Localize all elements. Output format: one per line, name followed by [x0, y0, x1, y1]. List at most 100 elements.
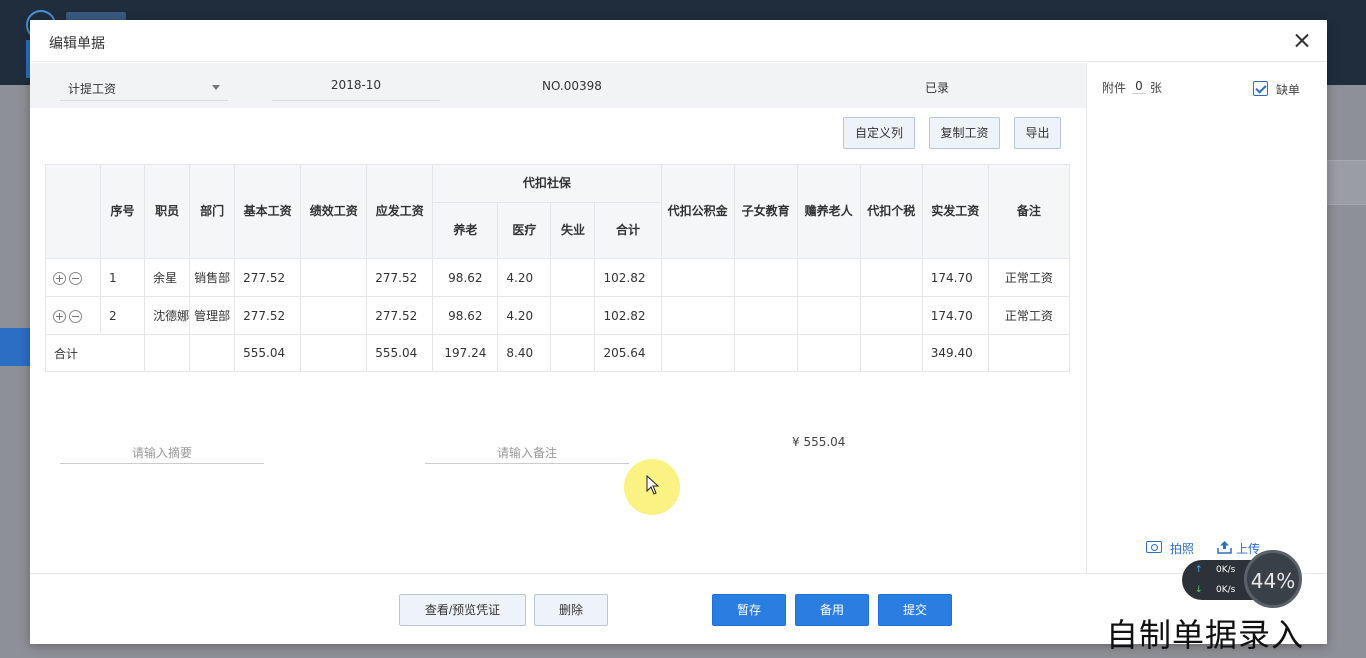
cell-tax[interactable]	[859, 258, 923, 297]
cell-net: 174.70	[921, 258, 989, 297]
edit-document-modal: 编辑单据 计提工资 2018-10 NO.00398 已录 自定义列 复制工资 …	[30, 20, 1327, 644]
document-type-value: 计提工资	[68, 82, 117, 96]
cell-base[interactable]: 277.52	[234, 296, 302, 335]
plus-circle-icon[interactable]	[53, 271, 66, 285]
document-info-strip: 计提工资 2018-10 NO.00398 已录	[30, 63, 1086, 108]
download-speed: ↓ 0K/s	[1195, 585, 1236, 595]
mouse-cursor-icon	[646, 475, 660, 495]
col-header-medical: 医疗	[497, 202, 552, 259]
cell-unemployment[interactable]	[550, 296, 596, 335]
cell-net: 174.70	[921, 296, 989, 335]
document-type-select[interactable]: 计提工资	[60, 73, 228, 101]
summary-empty	[300, 334, 368, 372]
summary-net: 349.40	[921, 334, 989, 372]
cell-social-total: 102.82	[594, 258, 662, 297]
cell-employee[interactable]: 余星	[144, 258, 191, 297]
summary-empty	[987, 334, 1071, 372]
summary-empty	[550, 334, 596, 372]
upload-icon[interactable]	[1217, 540, 1232, 554]
col-header-dept: 部门	[189, 164, 236, 259]
summary-empty	[144, 334, 191, 372]
cell-child-edu[interactable]	[733, 296, 798, 335]
document-number: NO.00398	[542, 79, 602, 93]
table-row: 1 余星 销售部 277.52 277.52 98.62 4.20 102.82…	[44, 258, 1071, 297]
cell-housing-fund[interactable]	[660, 258, 735, 297]
standby-button[interactable]: 备用	[795, 594, 869, 626]
cell-pension[interactable]: 98.62	[432, 296, 499, 335]
col-header-net: 实发工资	[921, 164, 989, 259]
delete-button[interactable]: 删除	[534, 594, 608, 626]
summary-gross: 555.04	[366, 334, 434, 372]
cell-medical[interactable]: 4.20	[497, 258, 552, 297]
col-header-pension: 养老	[432, 202, 499, 259]
cell-perf[interactable]	[300, 296, 368, 335]
summary-empty	[859, 334, 923, 372]
summary-empty	[189, 334, 236, 372]
cell-remark[interactable]: 正常工资	[987, 296, 1071, 335]
memory-gauge[interactable]: 44%	[1244, 550, 1302, 608]
cell-child-edu[interactable]	[733, 258, 798, 297]
ops-header	[44, 164, 102, 259]
cell-employee[interactable]: 沈德娜	[144, 296, 191, 335]
total-amount: ¥ 555.04	[792, 435, 846, 449]
cell-dept[interactable]: 管理部	[189, 296, 236, 335]
row-ops	[44, 258, 102, 297]
document-status: 已录	[925, 81, 950, 95]
summary-empty	[796, 334, 861, 372]
main-area: 计提工资 2018-10 NO.00398 已录 自定义列 复制工资 导出 序号	[30, 63, 1086, 573]
copy-salary-button[interactable]: 复制工资	[929, 117, 1000, 149]
modal-title: 编辑单据	[49, 36, 105, 52]
caret-down-icon	[212, 85, 220, 90]
cell-base[interactable]: 277.52	[234, 258, 302, 297]
missing-document-checkbox[interactable]	[1253, 81, 1268, 96]
upload-speed: ↑ 0K/s	[1195, 565, 1236, 575]
col-header-social-group: 代扣社保	[432, 164, 662, 203]
close-icon[interactable]	[1292, 31, 1312, 51]
photo-button[interactable]: 拍照	[1170, 540, 1194, 557]
cell-remark[interactable]: 正常工资	[987, 258, 1071, 297]
cell-gross: 277.52	[366, 296, 434, 335]
cell-perf[interactable]	[300, 258, 368, 297]
col-header-remark: 备注	[987, 164, 1071, 259]
cell-housing-fund[interactable]	[660, 296, 735, 335]
attachment-unit: 张	[1150, 81, 1163, 95]
video-caption: 自制单据录入	[1106, 616, 1305, 654]
minus-circle-icon[interactable]	[69, 271, 82, 285]
remark-input[interactable]: 请输入备注	[425, 444, 629, 464]
submit-button[interactable]: 提交	[878, 594, 952, 626]
view-voucher-button[interactable]: 查看/预览凭证	[399, 594, 526, 626]
salary-table: 序号 职员 部门 基本工资 绩效工资 应发工资 代扣社保 代扣公积金 子女教育 …	[44, 164, 1071, 372]
summary-empty	[733, 334, 798, 372]
cell-pension[interactable]: 98.62	[432, 258, 499, 297]
col-header-child-edu: 子女教育	[733, 164, 798, 259]
summary-pension: 197.24	[432, 334, 499, 372]
summary-input[interactable]: 请输入摘要	[60, 444, 264, 464]
cell-unemployment[interactable]	[550, 258, 596, 297]
up-arrow-icon: ↑	[1195, 565, 1203, 575]
col-header-perf: 绩效工资	[300, 164, 368, 259]
attachment-count[interactable]: 0	[1132, 79, 1146, 94]
camera-icon[interactable]	[1146, 541, 1162, 553]
plus-circle-icon[interactable]	[53, 309, 66, 323]
cell-tax[interactable]	[859, 296, 923, 335]
cell-elder-care[interactable]	[796, 296, 861, 335]
minus-circle-icon[interactable]	[69, 309, 82, 323]
save-draft-button[interactable]: 暂存	[712, 594, 786, 626]
col-header-housing-fund: 代扣公积金	[660, 164, 735, 259]
cell-dept[interactable]: 销售部	[189, 258, 236, 297]
export-button[interactable]: 导出	[1014, 117, 1061, 149]
memory-percent: 44%	[1250, 569, 1296, 593]
cell-seq: 1	[100, 258, 146, 297]
col-header-base: 基本工资	[234, 164, 302, 259]
col-header-employee: 职员	[144, 164, 191, 259]
period-field[interactable]: 2018-10	[272, 73, 440, 101]
col-header-elder-care: 赡养老人	[796, 164, 861, 259]
cell-elder-care[interactable]	[796, 258, 861, 297]
col-header-gross: 应发工资	[366, 164, 434, 259]
cell-social-total: 102.82	[594, 296, 662, 335]
background-right-strip	[1327, 160, 1366, 205]
cell-gross: 277.52	[366, 258, 434, 297]
custom-columns-button[interactable]: 自定义列	[843, 117, 915, 149]
cell-medical[interactable]: 4.20	[497, 296, 552, 335]
row-ops	[44, 296, 102, 335]
